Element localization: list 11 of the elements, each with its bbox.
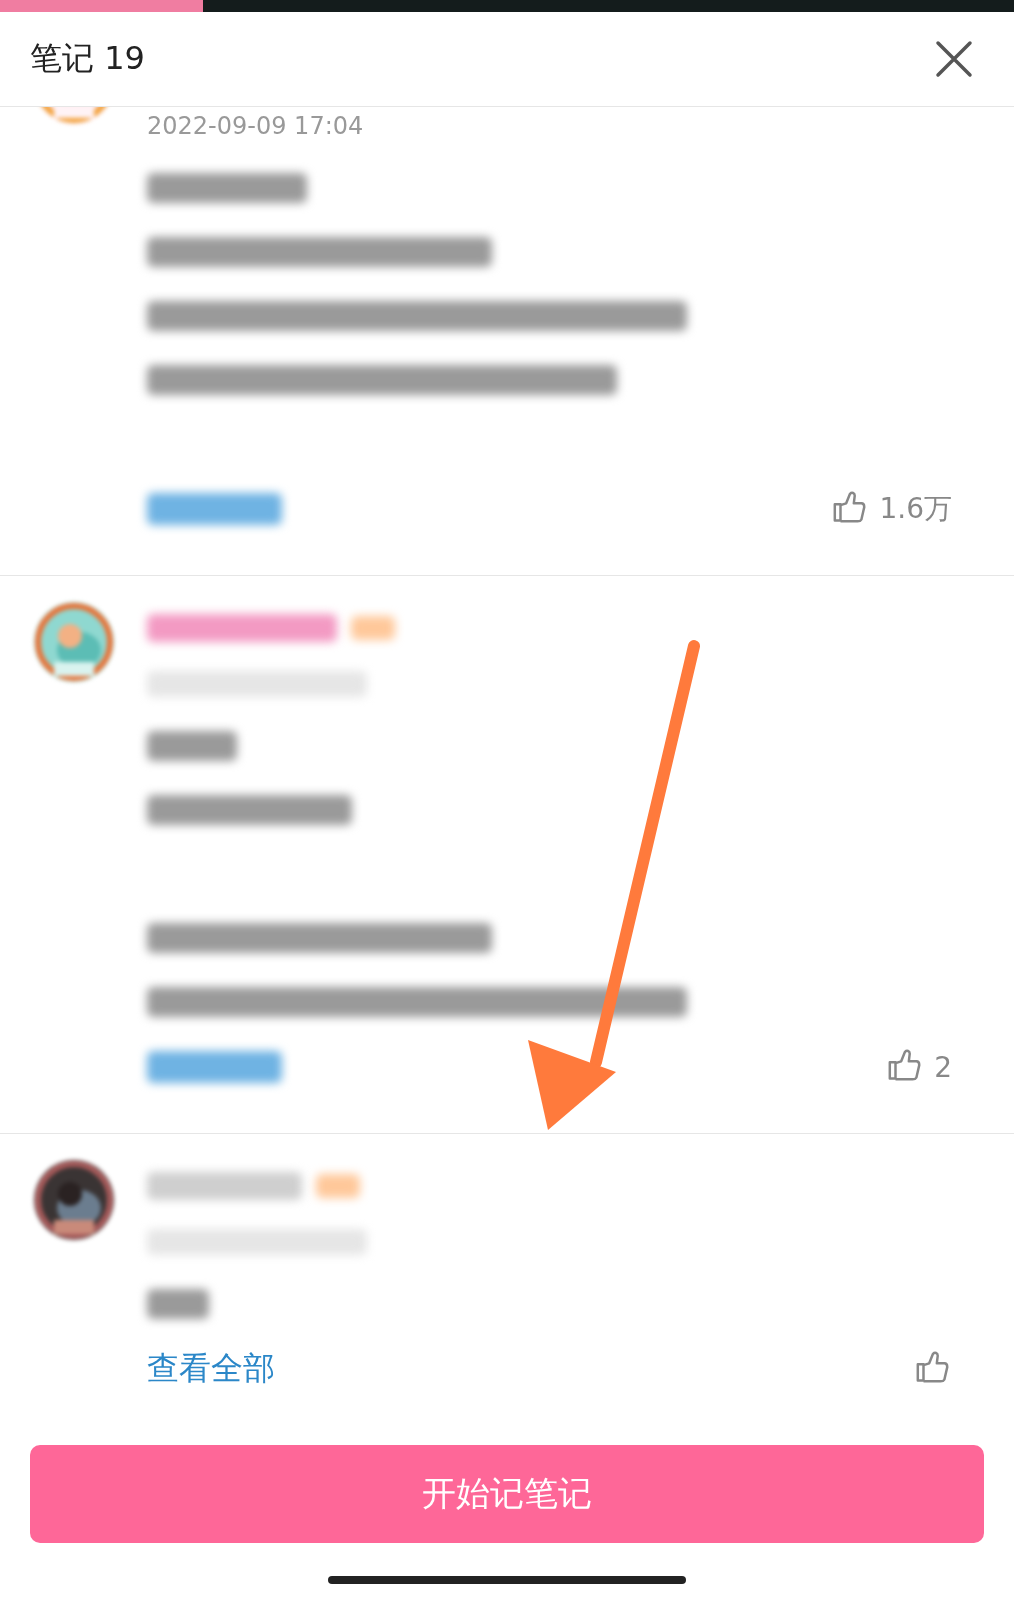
blurred-text: [351, 616, 395, 640]
close-button[interactable]: [934, 39, 974, 79]
view-all-link[interactable]: 查看全部: [147, 1347, 275, 1391]
sheet-title: 笔记 19: [30, 38, 145, 79]
blurred-text: [147, 1289, 209, 1319]
start-note-button[interactable]: 开始记笔记: [30, 1445, 984, 1543]
close-icon: [934, 39, 974, 79]
like-button[interactable]: 2: [886, 1048, 952, 1086]
blurred-text: [316, 1174, 360, 1198]
like-button[interactable]: 1.6万: [831, 490, 952, 528]
comment-date: 2022-09-09 17:04: [147, 112, 364, 140]
